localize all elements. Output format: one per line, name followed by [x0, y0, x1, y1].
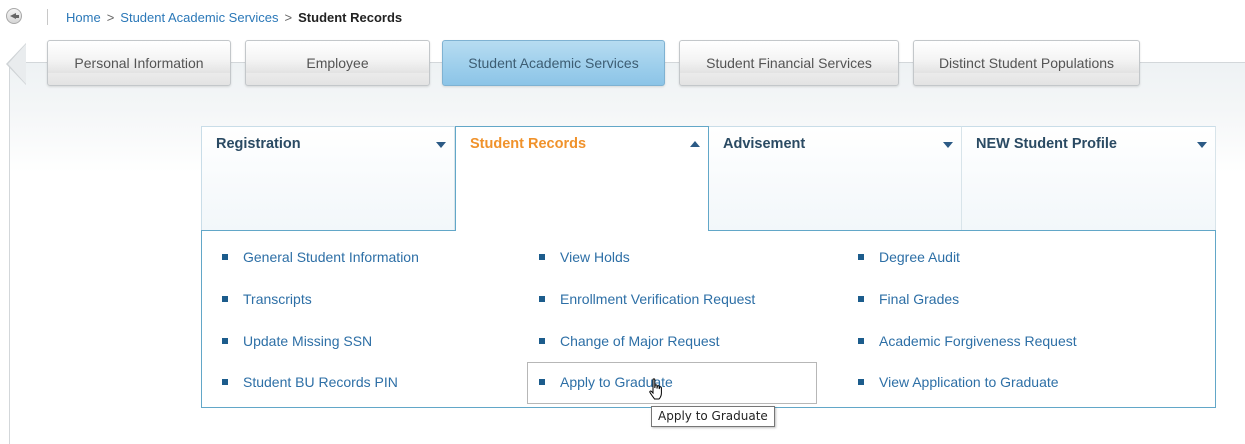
- bullet-icon: [858, 296, 864, 302]
- menu-link-enrollment-verification-request[interactable]: Enrollment Verification Request: [539, 291, 755, 307]
- bullet-icon: [858, 338, 864, 344]
- tab-label: Student Academic Services: [468, 55, 639, 71]
- menu-label: Registration: [216, 136, 301, 152]
- bullet-icon: [858, 379, 864, 385]
- menu-label: Advisement: [723, 136, 806, 152]
- menu-link-update-missing-ssn[interactable]: Update Missing SSN: [222, 333, 372, 349]
- bullet-icon: [539, 296, 545, 302]
- menu-new-student-profile[interactable]: NEW Student Profile: [962, 126, 1216, 230]
- tooltip: Apply to Graduate: [651, 406, 775, 427]
- chevron-down-icon: [436, 142, 446, 148]
- chevron-up-icon: [690, 141, 700, 147]
- tab-student-financial-services[interactable]: Student Financial Services: [679, 40, 899, 86]
- chevron-down-icon: [1197, 142, 1207, 148]
- chevron-down-icon: [943, 142, 953, 148]
- menu-link-apply-to-graduate[interactable]: Apply to Graduate: [527, 362, 817, 404]
- tab-personal-information[interactable]: Personal Information: [47, 40, 231, 86]
- menu-registration[interactable]: Registration: [201, 126, 455, 230]
- bullet-icon: [222, 338, 228, 344]
- menu-link-view-holds[interactable]: View Holds: [539, 249, 630, 265]
- bullet-icon: [858, 254, 864, 260]
- bullet-icon: [539, 379, 545, 385]
- student-records-dropdown: General Student Information Transcripts …: [201, 230, 1216, 408]
- scroll-left-arrow-icon-fill: [8, 44, 26, 84]
- menu-link-change-of-major-request[interactable]: Change of Major Request: [539, 333, 720, 349]
- menu-label: Student Records: [470, 136, 587, 152]
- menu-link-general-student-information[interactable]: General Student Information: [222, 249, 419, 265]
- tab-distinct-student-populations[interactable]: Distinct Student Populations: [913, 40, 1140, 86]
- menu-link-final-grades[interactable]: Final Grades: [858, 291, 959, 307]
- breadcrumb-home-link[interactable]: Home: [66, 10, 101, 25]
- menu-link-student-bu-records-pin[interactable]: Student BU Records PIN: [222, 374, 398, 390]
- menu-label: NEW Student Profile: [976, 136, 1117, 152]
- tab-student-academic-services[interactable]: Student Academic Services: [442, 40, 665, 86]
- bullet-icon: [539, 254, 545, 260]
- menu-link-degree-audit[interactable]: Degree Audit: [858, 249, 960, 265]
- menu-advisement[interactable]: Advisement: [709, 126, 962, 230]
- menu-link-academic-forgiveness-request[interactable]: Academic Forgiveness Request: [858, 333, 1077, 349]
- menu-student-records[interactable]: Student Records: [455, 126, 709, 232]
- bullet-icon: [222, 296, 228, 302]
- breadcrumb-separator: >: [106, 10, 115, 25]
- tab-employee[interactable]: Employee: [245, 40, 430, 86]
- menu-link-view-application-to-graduate[interactable]: View Application to Graduate: [858, 374, 1059, 390]
- menu-link-transcripts[interactable]: Transcripts: [222, 291, 312, 307]
- breadcrumb-section-link[interactable]: Student Academic Services: [120, 10, 278, 25]
- breadcrumb-current: Student Records: [298, 10, 403, 25]
- bullet-icon: [222, 254, 228, 260]
- breadcrumb: Home > Student Academic Services > Student R…: [66, 10, 402, 25]
- breadcrumb-separator: >: [284, 10, 293, 25]
- bullet-icon: [222, 379, 228, 385]
- breadcrumb-divider: [47, 9, 48, 25]
- bullet-icon: [539, 338, 545, 344]
- back-button[interactable]: [6, 8, 22, 24]
- hand-cursor-icon: [649, 378, 662, 400]
